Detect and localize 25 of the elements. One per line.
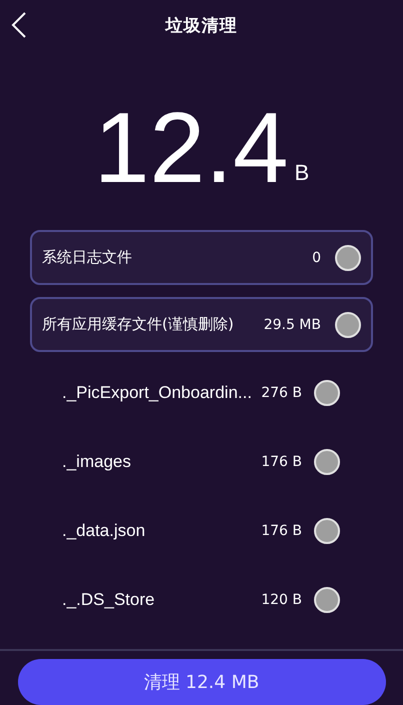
file-name: ._data.json: [62, 520, 146, 540]
category-size: 29.5 MB: [264, 316, 321, 332]
file-size: 276 B: [261, 384, 302, 400]
page-title: 垃圾清理: [166, 14, 238, 36]
category-name: 所有应用缓存文件(谨慎删除): [42, 315, 235, 334]
file-name: ._.DS_Store: [62, 590, 156, 610]
select-radio[interactable]: [314, 586, 340, 612]
clean-button[interactable]: 清理 12.4 MB: [18, 659, 386, 705]
select-radio[interactable]: [314, 380, 340, 406]
category-card[interactable]: 系统日志文件 0: [30, 230, 373, 285]
file-size: 176 B: [261, 454, 302, 470]
file-name: ._images: [62, 452, 132, 472]
file-name: ._PicExport_Onboardin...: [62, 382, 253, 402]
select-radio[interactable]: [335, 312, 361, 338]
select-radio[interactable]: [314, 448, 340, 474]
category-card[interactable]: 所有应用缓存文件(谨慎删除) 29.5 MB: [30, 297, 373, 352]
total-size-unit: B: [294, 160, 310, 186]
file-size: 176 B: [261, 522, 302, 538]
select-radio[interactable]: [335, 244, 361, 270]
category-size: 0: [312, 250, 321, 266]
category-name: 系统日志文件: [42, 248, 133, 267]
file-size: 120 B: [261, 592, 302, 608]
back-icon[interactable]: [11, 12, 27, 38]
total-size-value: 12.4: [94, 98, 288, 198]
select-radio[interactable]: [314, 518, 340, 544]
